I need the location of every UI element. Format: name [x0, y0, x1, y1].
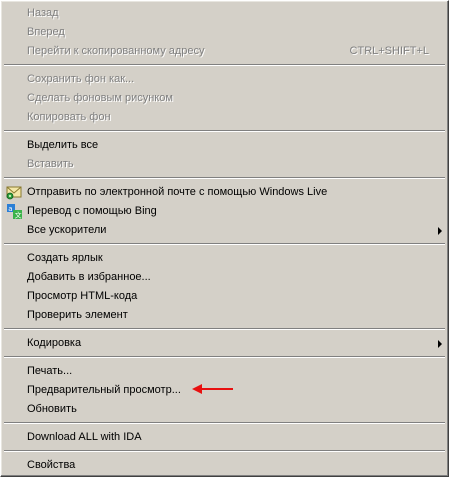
menu-separator [4, 325, 445, 334]
menu-item-label: Добавить в избранное... [27, 271, 151, 283]
menu-item-label: Предварительный просмотр... [27, 384, 181, 396]
menu-separator [4, 61, 445, 70]
menu-item-label: Создать ярлык [27, 252, 103, 264]
menu-item-label: Копировать фон [27, 111, 111, 123]
menu-item-add-to-favorites[interactable]: Добавить в избранное... [4, 268, 445, 287]
menu-item-back[interactable]: Назад [4, 4, 445, 23]
menu-item-forward[interactable]: Вперед [4, 23, 445, 42]
menu-item-label: Вставить [27, 158, 74, 170]
menu-item-label: Свойства [27, 459, 76, 471]
menu-item-label: Перевод с помощью Bing [27, 205, 157, 217]
menu-separator [4, 447, 445, 456]
menu-item-label: Просмотр HTML-кода [27, 290, 138, 302]
menu-item-print[interactable]: Печать... [4, 362, 445, 381]
menu-item-go-to-copied-address[interactable]: Перейти к скопированному адресу CTRL+SHI… [4, 42, 445, 61]
menu-separator [4, 174, 445, 183]
windows-live-mail-icon [6, 184, 23, 201]
menu-item-all-accelerators[interactable]: Все ускорители [4, 221, 445, 240]
menu-item-label: Все ускорители [27, 224, 107, 236]
menu-item-label: Сохранить фон как... [27, 73, 135, 85]
svg-text:a: a [8, 205, 12, 213]
menu-item-view-source[interactable]: Просмотр HTML-кода [4, 287, 445, 306]
bing-translate-icon: a 文 [6, 203, 23, 220]
menu-item-save-background-as[interactable]: Сохранить фон как... [4, 70, 445, 89]
menu-item-select-all[interactable]: Выделить все [4, 136, 445, 155]
menu-item-refresh[interactable]: Обновить [4, 400, 445, 419]
menu-item-download-all-ida[interactable]: Download ALL with IDA [4, 428, 445, 447]
menu-item-inspect-element[interactable]: Проверить элемент [4, 306, 445, 325]
svg-text:文: 文 [15, 211, 22, 220]
menu-item-shortcut: CTRL+SHIFT+L [349, 45, 429, 57]
menu-item-label: Перейти к скопированному адресу [27, 45, 205, 57]
menu-item-create-shortcut[interactable]: Создать ярлык [4, 249, 445, 268]
red-arrow-icon [192, 384, 233, 394]
menu-item-translate-bing[interactable]: a 文 Перевод с помощью Bing [4, 202, 445, 221]
menu-separator [4, 240, 445, 249]
menu-item-label: Обновить [27, 403, 77, 415]
menu-item-set-as-background[interactable]: Сделать фоновым рисунком [4, 89, 445, 108]
menu-item-label: Выделить все [27, 139, 99, 151]
menu-item-label: Проверить элемент [27, 309, 128, 321]
context-menu-items: Назад Вперед Перейти к скопированному ад… [4, 4, 445, 473]
menu-item-email-windows-live[interactable]: Отправить по электронной почте с помощью… [4, 183, 445, 202]
menu-item-paste[interactable]: Вставить [4, 155, 445, 174]
menu-item-encoding[interactable]: Кодировка [4, 334, 445, 353]
menu-item-copy-background[interactable]: Копировать фон [4, 108, 445, 127]
menu-item-label: Вперед [27, 26, 65, 38]
menu-separator [4, 127, 445, 136]
menu-item-properties[interactable]: Свойства [4, 456, 445, 475]
submenu-arrow-icon [438, 227, 442, 235]
menu-item-label: Печать... [27, 365, 73, 377]
menu-separator [4, 419, 445, 428]
menu-item-label: Download ALL with IDA [27, 431, 142, 443]
menu-item-label: Назад [27, 7, 59, 19]
menu-item-label: Сделать фоновым рисунком [27, 92, 173, 104]
menu-item-label: Кодировка [27, 337, 82, 349]
context-menu: Назад Вперед Перейти к скопированному ад… [0, 0, 449, 477]
menu-separator [4, 353, 445, 362]
submenu-arrow-icon [438, 340, 442, 348]
menu-item-label: Отправить по электронной почте с помощью… [27, 186, 328, 198]
